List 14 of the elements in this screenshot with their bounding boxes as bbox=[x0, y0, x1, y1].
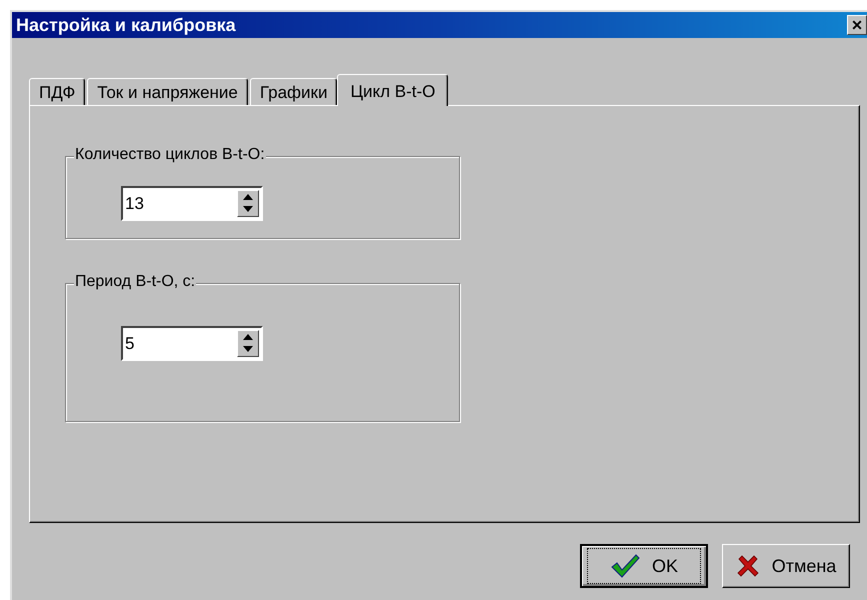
checkmark-icon bbox=[610, 553, 640, 579]
tab[interactable]: Графики bbox=[250, 78, 338, 105]
group-label: Количество циклов В-t-О: bbox=[74, 146, 266, 164]
window-title: Настройка и калибровка bbox=[16, 14, 236, 36]
tab[interactable]: ПДФ bbox=[29, 78, 86, 105]
close-button[interactable]: × bbox=[847, 15, 867, 35]
group-label: Период В-t-О, с: bbox=[74, 273, 196, 291]
cross-icon bbox=[736, 554, 760, 578]
ok-button[interactable]: OK bbox=[580, 544, 708, 588]
cancel-button[interactable]: Отмена bbox=[722, 544, 850, 588]
spin-arrows-icon[interactable] bbox=[237, 330, 259, 357]
spin-arrows-icon[interactable] bbox=[237, 190, 259, 217]
tab[interactable]: Ток и напряжение bbox=[87, 78, 248, 105]
tab[interactable]: Цикл В-t-О bbox=[337, 74, 448, 106]
